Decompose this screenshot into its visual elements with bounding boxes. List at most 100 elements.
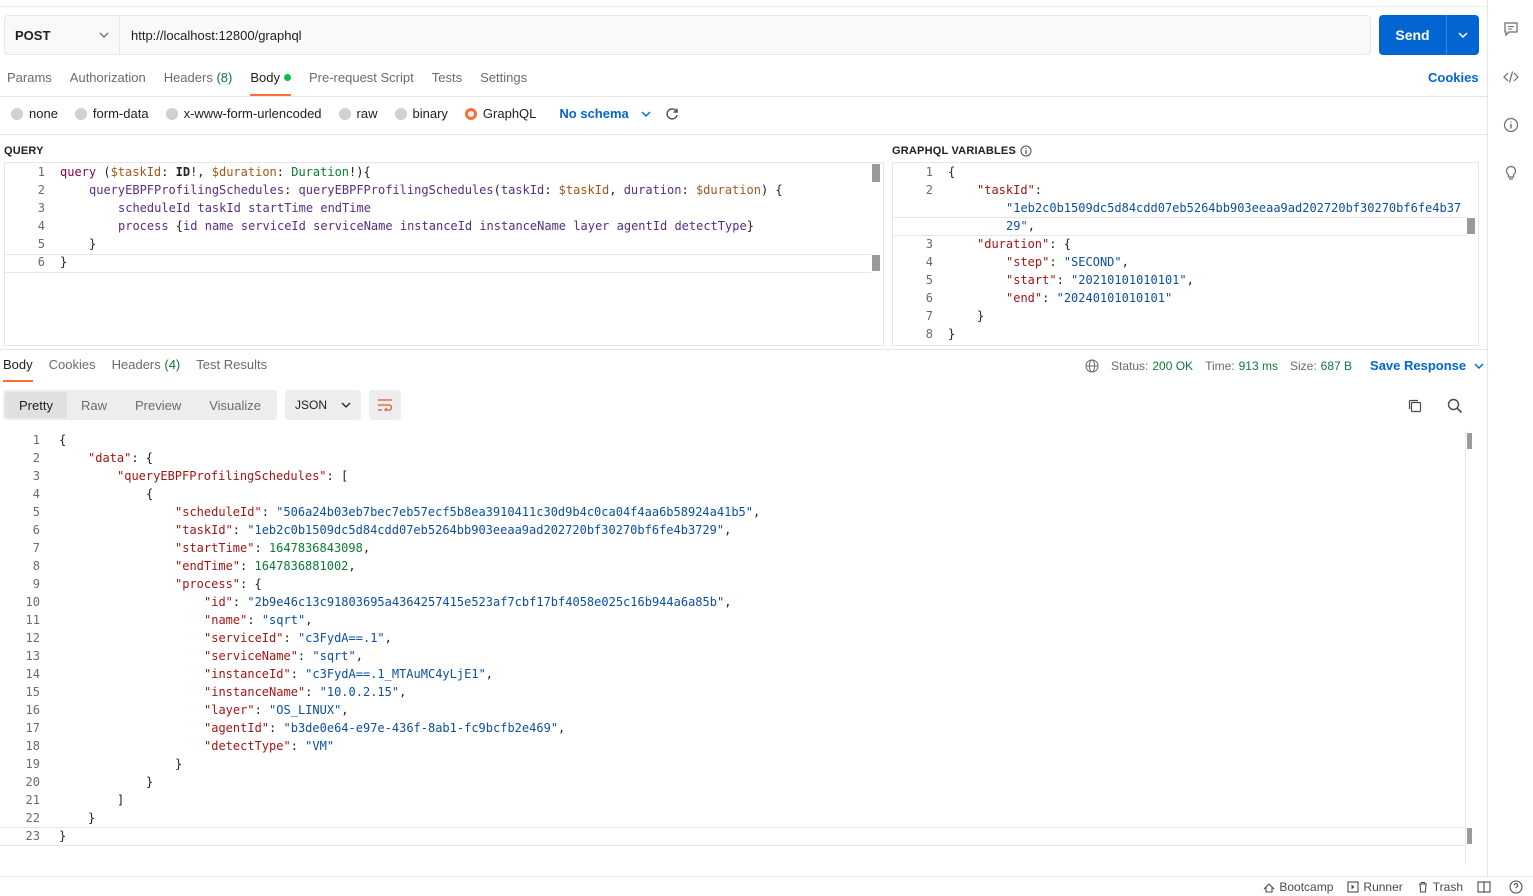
status-value[interactable]: 200 OK [1152, 359, 1193, 373]
line-number: 18 [25, 739, 40, 753]
help-icon[interactable] [1509, 879, 1527, 894]
response-body-viewer[interactable]: 1{ 2 "data": { 3 "queryEBPFProfilingSchedu… [0, 431, 1480, 865]
line-number: 8 [925, 327, 933, 341]
info-icon[interactable] [1020, 145, 1032, 157]
url-bar: POST http://localhost:12800/graphql [4, 15, 1371, 55]
bootcamp-button[interactable]: Bootcamp [1263, 880, 1333, 894]
tab-settings[interactable]: Settings [480, 70, 527, 94]
chevron-down-icon [341, 402, 351, 408]
globe-icon[interactable] [1085, 359, 1099, 373]
lightbulb-icon[interactable] [1502, 164, 1520, 182]
line-number: 13 [25, 649, 40, 663]
copy-icon[interactable] [1407, 398, 1423, 414]
response-tab-headers[interactable]: Headers (4) [112, 357, 181, 379]
query-label: QUERY [4, 145, 44, 157]
time-value[interactable]: 913 ms [1239, 359, 1278, 373]
chevron-down-icon [99, 32, 109, 38]
status-label: Status: [1111, 358, 1149, 373]
line-number: 16 [25, 703, 40, 717]
scrollbar-thumb[interactable] [1467, 433, 1472, 449]
tab-pre-request-script[interactable]: Pre-request Script [309, 70, 414, 94]
line-number: 1 [37, 165, 45, 179]
response-view-bar: Pretty Raw Preview Visualize JSON [3, 390, 402, 420]
two-pane-view-icon[interactable] [1477, 880, 1495, 893]
refresh-icon[interactable] [665, 107, 679, 121]
line-number: 1 [925, 165, 933, 179]
mode-none[interactable]: none [11, 106, 58, 121]
mode-graphql[interactable]: GraphQL [464, 106, 536, 121]
info-icon[interactable] [1502, 116, 1520, 134]
task-id-value: 1eb2c0b1509dc5d84cdd07eb5264bb903eeaa9ad… [1013, 201, 1462, 215]
line-number: 10 [25, 595, 40, 609]
view-preview-button[interactable]: Preview [121, 392, 195, 418]
body-mode-selector: none form-data x-www-form-urlencoded raw… [11, 106, 679, 121]
wrap-lines-button[interactable] [369, 390, 402, 420]
mode-raw[interactable]: raw [338, 106, 378, 121]
line-number: 2 [32, 451, 40, 465]
chevron-down-icon [641, 111, 651, 117]
radio-icon [74, 107, 87, 120]
view-pretty-button[interactable]: Pretty [5, 392, 67, 418]
status-footer: Bootcamp Runner Trash [0, 876, 1533, 896]
line-number: 2 [925, 183, 933, 197]
variables-label: GRAPHQL VARIABLES [892, 145, 1032, 157]
chevron-down-icon [1474, 363, 1484, 369]
response-tab-body[interactable]: Body [3, 357, 33, 382]
task-id-value-wrap: 29 [1006, 219, 1021, 233]
response-tab-test-results[interactable]: Test Results [196, 357, 267, 379]
tab-headers[interactable]: Headers (8) [164, 70, 233, 94]
line-number: 3 [32, 469, 40, 483]
response-tabs: Body Cookies Headers (4) Test Results [3, 357, 283, 382]
radio-selected-icon [464, 107, 477, 120]
line-number: 21 [25, 793, 40, 807]
size-value[interactable]: 687 B [1321, 359, 1352, 373]
variables-editor[interactable]: 1{ 2 "taskId": "1eb2c0b1509dc5d84cdd07eb5… [892, 162, 1479, 346]
line-number: 9 [32, 577, 40, 591]
line-number: 6 [32, 523, 40, 537]
response-divider [0, 349, 1487, 350]
request-tabs: Params Authorization Headers (8) Body Pr… [7, 70, 545, 96]
line-number: 6 [37, 255, 45, 269]
trash-icon [1418, 881, 1427, 893]
trash-button[interactable]: Trash [1417, 880, 1463, 894]
search-icon[interactable] [1447, 398, 1463, 414]
url-input[interactable]: http://localhost:12800/graphql [120, 28, 302, 43]
method-select[interactable]: POST [5, 16, 120, 54]
wrap-lines-icon [378, 399, 393, 411]
radio-icon [165, 107, 178, 120]
view-raw-button[interactable]: Raw [67, 392, 121, 418]
tab-params[interactable]: Params [7, 70, 52, 94]
response-status-bar: Status: 200 OK Time: 913 ms Size: 687 B Sav… [1085, 358, 1484, 373]
comments-icon[interactable] [1502, 20, 1520, 38]
view-mode-group: Pretty Raw Preview Visualize [3, 390, 278, 420]
size-label: Size: [1289, 358, 1317, 373]
send-button[interactable]: Send [1379, 15, 1479, 55]
line-number: 23 [25, 829, 40, 843]
method-label: POST [15, 27, 51, 43]
radio-icon [11, 107, 23, 120]
format-select[interactable]: JSON [285, 390, 362, 420]
code-icon[interactable] [1502, 68, 1520, 86]
line-number: 8 [32, 559, 40, 573]
line-number: 5 [37, 237, 45, 251]
view-visualize-button[interactable]: Visualize [195, 392, 275, 418]
runner-icon [1347, 880, 1359, 893]
line-number: 3 [925, 237, 933, 251]
mode-form-data[interactable]: form-data [74, 106, 149, 121]
mode-binary[interactable]: binary [394, 106, 448, 121]
runner-button[interactable]: Runner [1347, 880, 1403, 894]
schema-select[interactable]: No schema [559, 106, 651, 121]
query-editor[interactable]: 1 query ($taskId: ID!, $duration: Duratio… [4, 162, 884, 346]
tab-body[interactable]: Body [250, 70, 291, 96]
mode-x-www-form-urlencoded[interactable]: x-www-form-urlencoded [165, 106, 322, 121]
tab-tests[interactable]: Tests [432, 70, 462, 94]
line-number: 4 [925, 255, 933, 269]
line-number: 15 [25, 685, 40, 699]
save-response-button[interactable]: Save Response [1370, 358, 1484, 373]
send-label: Send [1395, 27, 1430, 43]
send-options-chevron-icon[interactable] [1447, 32, 1479, 38]
tab-authorization[interactable]: Authorization [70, 70, 146, 94]
cookies-link[interactable]: Cookies [1428, 70, 1479, 85]
line-number: 3 [37, 201, 45, 215]
response-tab-cookies[interactable]: Cookies [49, 357, 96, 379]
